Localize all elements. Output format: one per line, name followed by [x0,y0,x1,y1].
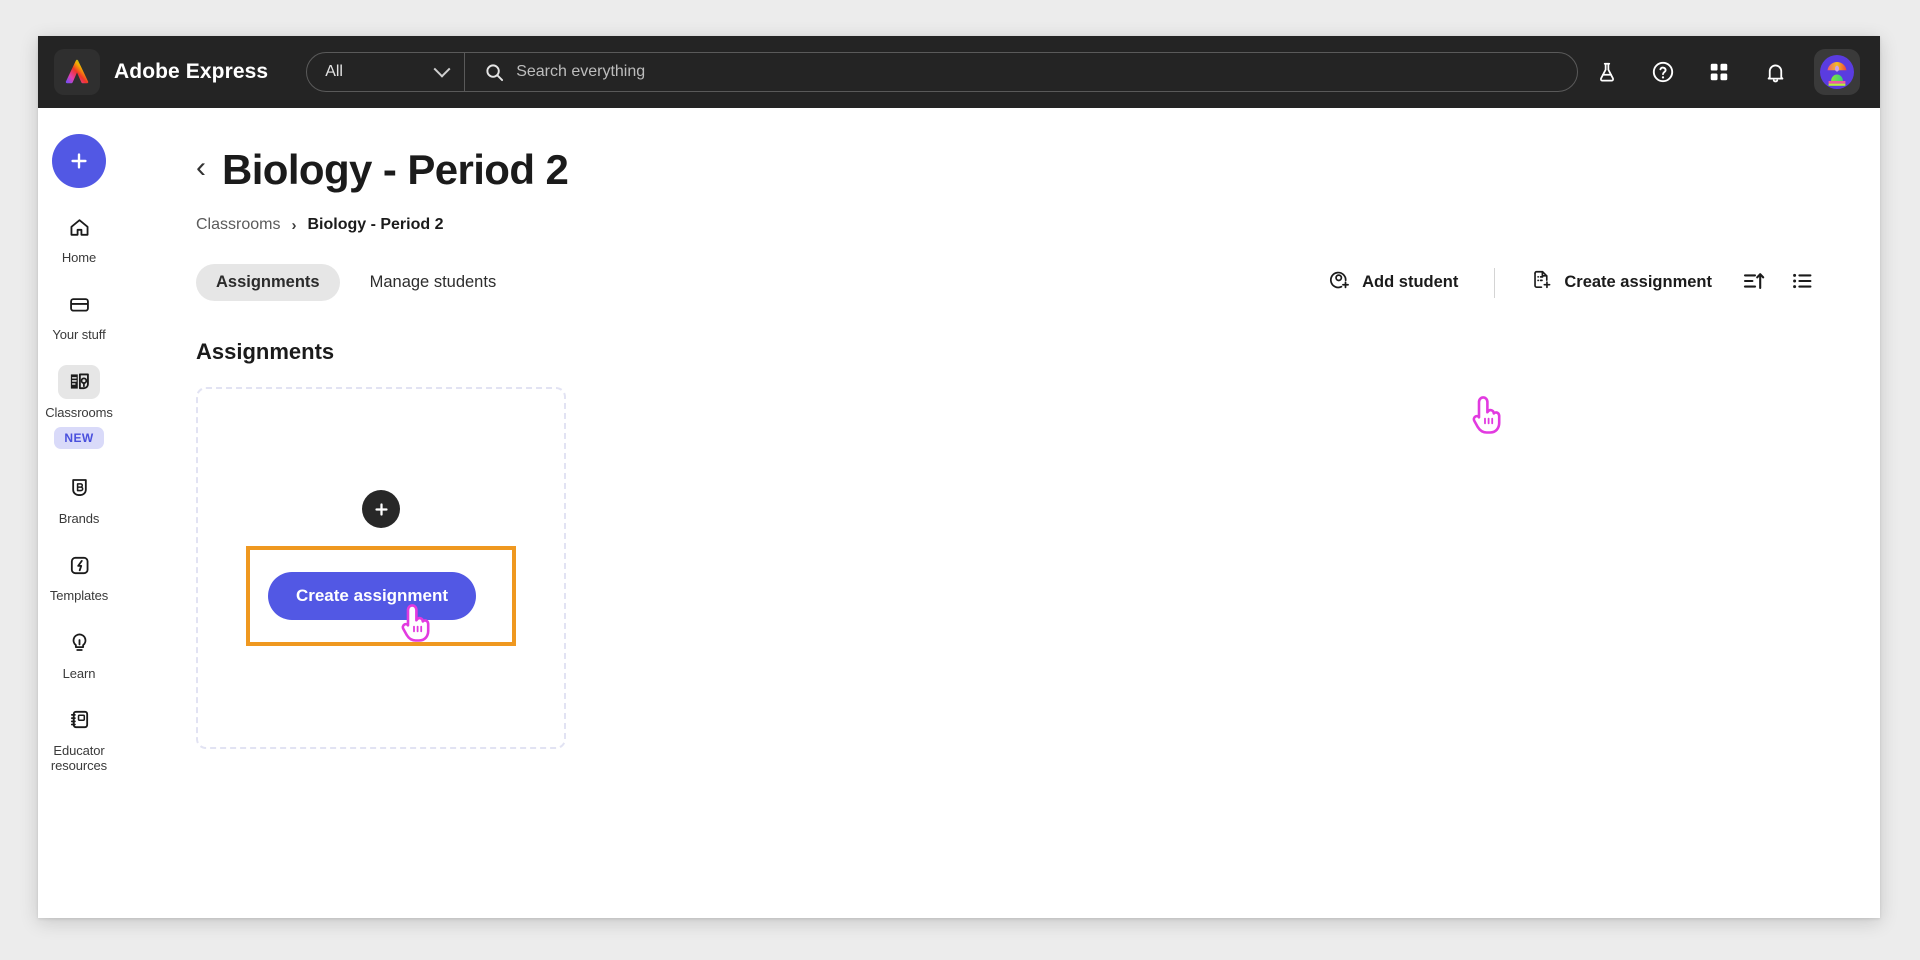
add-student-button[interactable]: Add student [1313,260,1474,305]
toolbar-divider [1494,267,1496,298]
left-sidebar: Home Your stuff Classrooms NEW Brands Te… [38,108,120,918]
adobe-express-logo-icon[interactable] [54,49,100,95]
title-row: ‹ Biology - Period 2 [196,146,1880,194]
assignment-empty-card[interactable]: Create assignment [196,387,566,749]
sidebar-item-educator-resources[interactable]: Educator resources [38,703,120,774]
create-assignment-label: Create assignment [1564,273,1712,291]
notifications-bell-icon[interactable] [1758,55,1792,89]
toolbar-row: Assignments Manage students Add student [196,260,1880,305]
tab-assignments[interactable]: Assignments [196,264,340,301]
highlight-box: Create assignment [245,546,517,646]
section-heading: Assignments [196,339,335,364]
view-toggle-button[interactable] [1780,263,1824,303]
mouse-cursor-hand-icon-toolbar [1472,396,1501,434]
brand-name: Adobe Express [114,60,269,83]
top-navigation-bar: Adobe Express All [38,36,1880,108]
sidebar-item-home[interactable]: Home [38,210,120,265]
search-scope-select[interactable]: All [307,53,466,91]
create-assignment-toolbar-button[interactable]: Create assignment [1515,260,1728,305]
chevron-down-icon [433,60,451,78]
home-icon [58,210,100,244]
folder-icon [58,287,100,321]
sidebar-new-badge: NEW [54,426,104,449]
add-student-icon [1329,269,1351,296]
page-title: Biology - Period 2 [222,146,569,193]
sidebar-item-templates[interactable]: Templates [38,548,120,603]
sidebar-item-label: Learn [62,665,96,681]
sidebar-item-brands[interactable]: Brands [38,471,120,526]
create-assignment-primary-button[interactable]: Create assignment [267,572,477,620]
topbar-action-icons [1590,49,1860,95]
plus-circle-icon[interactable] [362,490,400,528]
search-input[interactable] [516,53,1578,91]
sidebar-item-classrooms[interactable]: Classrooms NEW [38,364,120,449]
classrooms-icon [58,364,100,399]
breadcrumb-separator-icon: › [291,216,297,234]
tab-manage-students[interactable]: Manage students [350,264,517,301]
avatar[interactable] [1814,49,1860,95]
help-icon[interactable] [1646,55,1680,89]
sidebar-item-label: Templates [49,588,109,604]
global-search-group: All [306,52,1579,92]
templates-icon [58,548,100,582]
breadcrumb-root-link[interactable]: Classrooms [196,216,280,234]
sidebar-item-label: Your stuff [52,327,106,343]
sidebar-item-learn[interactable]: Learn [38,626,120,681]
apps-grid-icon[interactable] [1702,55,1736,89]
search-icon [486,63,504,81]
breadcrumb-current: Biology - Period 2 [307,216,444,233]
beta-flask-icon[interactable] [1590,55,1624,89]
search-field-wrapper[interactable] [465,53,1578,91]
main-content: ‹ Biology - Period 2 Classrooms › Biolog… [120,108,1880,918]
sort-ascending-icon [1742,269,1766,296]
create-new-button[interactable] [52,134,106,188]
tab-list: Assignments Manage students [196,264,516,301]
create-assignment-icon [1531,269,1553,296]
sidebar-item-label: Home [61,250,97,265]
search-scope-value: All [325,63,343,80]
sort-button[interactable] [1732,263,1776,303]
toolbar-actions: Add student Create assignment [1313,260,1824,305]
lightbulb-icon [58,626,100,660]
sidebar-item-label: Educator resources [50,742,108,774]
sidebar-item-label: Brands [58,510,100,526]
add-student-label: Add student [1362,273,1459,291]
sidebar-item-label: Classrooms [45,404,113,420]
brand-shield-icon [58,471,100,505]
app-window: Adobe Express All Search everything Home… [38,36,1880,918]
notebook-icon [58,703,100,737]
sidebar-item-your-stuff[interactable]: Your stuff [38,287,120,342]
back-button[interactable]: ‹ [196,153,206,183]
breadcrumb: Classrooms › Biology - Period 2 [196,216,1880,234]
list-view-icon [1790,269,1814,296]
